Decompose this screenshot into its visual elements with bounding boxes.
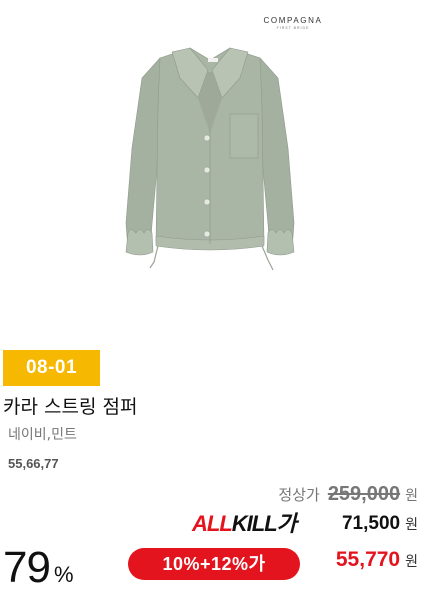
allkill-price: 71,500: [341, 513, 401, 534]
discount-rate: 79%: [3, 538, 74, 598]
brand-subline: FIRST BRIDE: [276, 26, 310, 30]
currency-unit: 원: [405, 488, 418, 504]
allkill-logo: ALLKILL가: [192, 511, 297, 537]
discount-unit: %: [53, 562, 74, 587]
regular-price: 259,000: [327, 483, 401, 505]
brand-name: COMPAGNA: [263, 16, 323, 25]
brand-logo: COMPAGNA FIRST BRIDE: [258, 16, 328, 30]
product-image[interactable]: COMPAGNA FIRST BRIDE: [0, 0, 430, 335]
jacket-illustration: [125, 47, 295, 271]
regular-price-row: 정상가 259,000 원: [278, 483, 418, 506]
product-sizes: 55,66,77: [8, 456, 59, 471]
currency-unit: 원: [405, 554, 418, 570]
product-name[interactable]: 카라 스트링 점퍼: [3, 394, 137, 420]
final-price-row: 55,770 원: [336, 548, 418, 572]
allkill-logo-ga: 가: [276, 511, 297, 536]
discount-value: 79: [3, 543, 51, 592]
final-price: 55,770: [335, 548, 401, 571]
coupon-badge[interactable]: 10%+12%가: [128, 548, 300, 580]
product-card[interactable]: COMPAGNA FIRST BRIDE 08-01 카라 스트링 점퍼 네이비…: [0, 0, 430, 600]
product-colors: 네이비,민트: [8, 427, 77, 443]
date-badge: 08-01: [3, 350, 100, 386]
currency-unit: 원: [405, 517, 418, 533]
regular-price-label: 정상가: [278, 486, 320, 504]
allkill-logo-kill: KILL: [231, 511, 278, 536]
allkill-logo-all: ALL: [192, 511, 233, 536]
allkill-price-row: 71,500 원: [342, 513, 418, 535]
